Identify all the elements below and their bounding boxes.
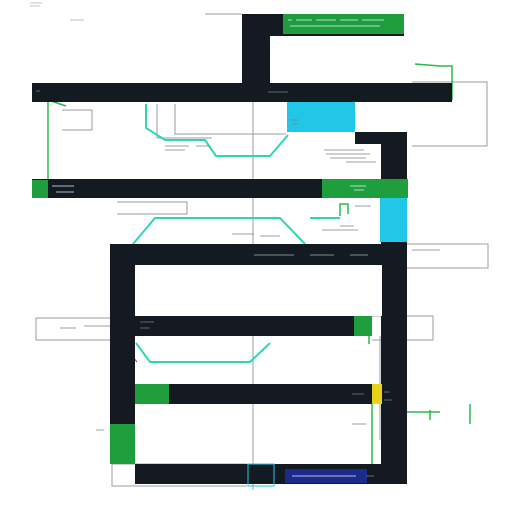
green-block-small (354, 316, 372, 336)
green-block-bottom-left (110, 424, 135, 464)
frame-top (110, 244, 407, 265)
green-block-mid (322, 179, 408, 198)
green-block-row (135, 384, 169, 404)
wide-bar-4 (135, 384, 385, 404)
frame-right (382, 244, 407, 484)
top-stem (242, 14, 270, 84)
wide-bar-3 (110, 316, 372, 336)
cyan-block-top (287, 102, 355, 132)
cyan-block-right (380, 198, 407, 242)
green-block-left (32, 180, 48, 198)
top-header-green (283, 14, 404, 34)
right-column-cap (355, 132, 407, 144)
frame-inner-panel (135, 265, 382, 316)
structure-bars (32, 14, 452, 484)
diagram-canvas (30, 2, 489, 490)
wide-bar-1 (32, 83, 452, 102)
yellow-marker (372, 384, 382, 404)
corner-marks (30, 2, 84, 21)
